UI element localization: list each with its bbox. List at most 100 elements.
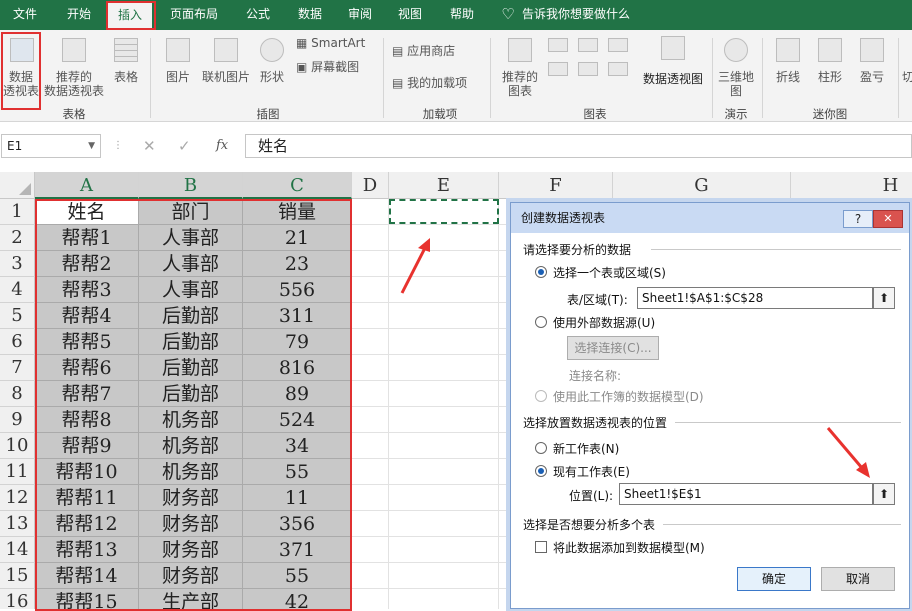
help-button[interactable]: ? [843,210,873,228]
pivot-chart-button[interactable]: 数据透视图 [640,32,706,102]
row-header-4[interactable]: 4 [0,277,35,303]
column-header-c[interactable]: C [243,172,352,199]
table-label: 表格 [113,70,138,84]
label-data-model[interactable]: 使用此工作簿的数据模型(D) [553,388,704,405]
row-header-12[interactable]: 12 [0,485,35,511]
tab-data[interactable]: 数据 [290,0,330,30]
formula-input[interactable]: 姓名 [245,134,912,158]
3d-map-label-1: 三维地 [717,70,754,84]
row-header-3[interactable]: 3 [0,251,35,277]
column-chart-icon [548,38,568,52]
radio-new-worksheet[interactable] [535,442,547,454]
sparkline-winloss-button[interactable]: 盈亏 [852,32,892,102]
collapse-dialog-icon[interactable]: ⬆ [873,287,895,309]
choose-connection-button[interactable]: 选择连接(C)... [567,336,659,360]
my-addins-button[interactable]: ▤ 我的加载项 [392,76,474,94]
insert-function-icon[interactable]: fx [216,138,228,153]
recommended-pivot-button[interactable]: 推荐的 数据透视表 [44,32,104,102]
3d-map-button[interactable]: 三维地 图 [716,32,756,102]
chart-type-buttons[interactable] [548,38,638,78]
radio-data-model[interactable] [535,390,547,402]
select-all-triangle-icon [19,183,31,195]
pivot-chart-label: 数据透视图 [642,72,703,86]
slicer-button[interactable]: 切 [902,70,912,86]
sparkline-column-icon [818,38,842,62]
add-data-model-checkbox[interactable] [535,541,547,553]
column-header-a[interactable]: A [35,172,139,199]
scatter-chart-icon [608,62,628,76]
column-header-h[interactable]: H [791,172,912,199]
column-header-e[interactable]: E [389,172,499,199]
screenshot-button[interactable]: ▣ 屏幕截图 [296,60,378,78]
label-new-worksheet[interactable]: 新工作表(N) [553,440,619,457]
section-divider [651,249,901,250]
ok-button[interactable]: 确定 [737,567,811,591]
online-picture-button[interactable]: 联机图片 [200,32,252,102]
gridline [498,199,499,609]
row-header-10[interactable]: 10 [0,433,35,459]
tell-me-box[interactable]: 告诉我你想要做什么 [522,0,642,30]
row-header-9[interactable]: 9 [0,407,35,433]
sparkline-column-label: 柱形 [817,70,842,84]
row-header-6[interactable]: 6 [0,329,35,355]
row-header-16[interactable]: 16 [0,589,35,609]
row-header-2[interactable]: 2 [0,225,35,251]
tab-file[interactable]: 文件 [4,0,46,30]
sparkline-line-icon [776,38,800,62]
sparkline-line-button[interactable]: 折线 [768,32,808,102]
picture-button[interactable]: 图片 [158,32,198,102]
smartart-icon: ▦ [296,36,312,50]
location-input[interactable]: Sheet1!$E$1 [619,483,873,505]
group-charts-label: 图表 [583,107,607,121]
recommended-charts-button[interactable]: 推荐的 图表 [498,32,542,102]
collapse-dialog-icon[interactable]: ⬆ [873,483,895,505]
source-range-highlight [35,199,352,611]
column-header-f[interactable]: F [499,172,613,199]
table-range-input[interactable]: Sheet1!$A$1:$C$28 [637,287,873,309]
label-table-range: 表/区域(T): [567,293,628,307]
row-header-5[interactable]: 5 [0,303,35,329]
row-header-15[interactable]: 15 [0,563,35,589]
tab-page-layout[interactable]: 页面布局 [162,0,226,30]
close-button[interactable]: ✕ [873,210,903,228]
chevron-down-icon[interactable]: ▼ [88,135,95,157]
select-all-corner[interactable] [0,172,35,199]
row-header-13[interactable]: 13 [0,511,35,537]
tab-view[interactable]: 视图 [390,0,430,30]
radio-select-range[interactable] [535,266,547,278]
tab-formulas[interactable]: 公式 [238,0,278,30]
3d-map-label-2: 图 [729,84,742,98]
app-store-button[interactable]: ▤ 应用商店 [392,44,474,62]
column-header-b[interactable]: B [139,172,243,199]
name-box[interactable]: E1 ▼ [1,134,101,158]
row-header-8[interactable]: 8 [0,381,35,407]
tab-home[interactable]: 开始 [58,0,100,30]
radio-existing-worksheet[interactable] [535,465,547,477]
tab-help[interactable]: 帮助 [442,0,482,30]
lightbulb-icon: ♡ [501,5,515,23]
row-header-14[interactable]: 14 [0,537,35,563]
table-button[interactable]: 表格 [108,32,144,102]
row-header-1[interactable]: 1 [0,199,35,225]
column-header-g[interactable]: G [613,172,791,199]
sparkline-winloss-label: 盈亏 [859,70,884,84]
smartart-button[interactable]: ▦ SmartArt [296,36,376,54]
row-header-7[interactable]: 7 [0,355,35,381]
label-select-range[interactable]: 选择一个表或区域(S) [553,264,666,281]
label-add-data-model[interactable]: 将此数据添加到数据模型(M) [553,539,705,556]
shapes-button[interactable]: 形状 [254,32,290,102]
recommended-pivot-label-2: 数据透视表 [44,84,105,98]
radio-external-source[interactable] [535,316,547,328]
column-header-d[interactable]: D [352,172,389,199]
cancel-button[interactable]: 取消 [821,567,895,591]
label-external-source[interactable]: 使用外部数据源(U) [553,314,655,331]
label-existing-worksheet[interactable]: 现有工作表(E) [553,463,630,480]
online-picture-icon [214,38,238,62]
enter-check-icon[interactable]: ✓ [178,137,191,155]
cancel-icon[interactable]: ✕ [143,137,156,155]
sparkline-column-button[interactable]: 柱形 [810,32,850,102]
shapes-icon [260,38,284,62]
app-store-label: 应用商店 [407,44,456,58]
tab-review[interactable]: 审阅 [340,0,380,30]
row-header-11[interactable]: 11 [0,459,35,485]
